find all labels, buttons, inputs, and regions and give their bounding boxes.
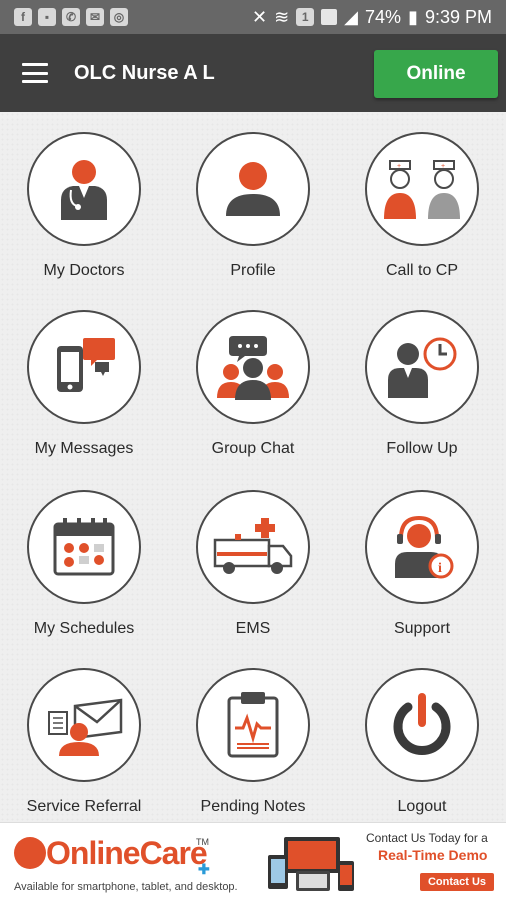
ems-circle [196, 490, 310, 604]
mute-icon: ✕ [251, 6, 268, 27]
support-label: Support [393, 620, 451, 637]
profile-circle [196, 132, 310, 246]
call-to-cp-label: Call to CP [385, 262, 459, 279]
tile-ems[interactable]: EMS [169, 490, 337, 638]
group-chat-icon [217, 336, 289, 400]
ad-tagline: Available for smartphone, tablet, and de… [14, 881, 238, 893]
my-doctors-label: My Doctors [43, 262, 125, 279]
referral-envelope-icon [48, 698, 123, 756]
service-referral-label: Service Referral [26, 798, 142, 815]
calendar-icon [53, 518, 115, 576]
support-circle: i [365, 490, 479, 604]
no-signal-icon [321, 9, 338, 25]
tile-service-referral[interactable]: Service Referral [0, 668, 168, 816]
clipboard-heartbeat-icon [227, 692, 279, 758]
app-title: OLC Nurse A L [74, 61, 215, 84]
globe-logo-icon [14, 837, 46, 869]
call-to-cp-circle: + + [365, 132, 479, 246]
facebook-icon: f [14, 8, 32, 26]
plus-icon: ✚ [198, 861, 210, 877]
ems-label: EMS [235, 620, 271, 637]
tile-my-messages[interactable]: My Messages [0, 310, 168, 458]
app-bar: OLC Nurse A L Online [0, 34, 506, 112]
tile-call-to-cp[interactable]: + + Call to CP [338, 132, 506, 280]
doctor-stethoscope-icon [61, 160, 107, 220]
tile-pending-notes[interactable]: Pending Notes [169, 668, 337, 816]
pending-notes-circle [196, 668, 310, 782]
status-bar: f ▪ ✆ ✉ ◎ ✕ ≋ 1 ◢ 74% ▮ 9:39 PM [0, 0, 506, 34]
signal-icon: ◢ [344, 6, 359, 27]
headset-agent-icon: i [395, 515, 454, 579]
mail-icon: ✉ [86, 8, 104, 26]
follow-up-circle [365, 310, 479, 424]
dashboard-grid: My Doctors Profile + + Call to CP My Mes… [0, 112, 506, 822]
logout-circle [365, 668, 479, 782]
ad-contact-us-button[interactable]: Contact Us [420, 873, 494, 891]
tile-logout[interactable]: Logout [338, 668, 506, 816]
pending-notes-label: Pending Notes [200, 798, 306, 815]
user-silhouette-icon [226, 162, 280, 216]
my-messages-label: My Messages [34, 440, 134, 457]
tile-my-schedules[interactable]: My Schedules [0, 490, 168, 638]
two-nurses-icon: + + [384, 160, 460, 219]
phone-chat-icon [57, 338, 115, 392]
ad-contact-line: Contact Us Today for a [366, 831, 488, 845]
svg-text:+: + [441, 163, 445, 170]
battery-percent: 74% [365, 6, 402, 27]
ad-trademark: TM [196, 837, 209, 847]
tile-support[interactable]: i Support [338, 490, 506, 638]
group-chat-label: Group Chat [211, 440, 295, 457]
group-chat-circle [196, 310, 310, 424]
devices-illustration-icon [268, 837, 354, 891]
ad-demo-line: Real-Time Demo [378, 847, 488, 863]
tile-group-chat[interactable]: Group Chat [169, 310, 337, 458]
clock: 9:39 PM [424, 6, 492, 27]
power-icon [393, 693, 451, 755]
doctor-clock-icon [388, 337, 457, 398]
online-status-button[interactable]: Online [374, 50, 498, 98]
my-schedules-label: My Schedules [33, 620, 135, 637]
tile-my-doctors[interactable]: My Doctors [0, 132, 168, 280]
onlinecare-ad-banner[interactable]: OnlineCare TM ✚ Available for smartphone… [0, 822, 506, 900]
tile-profile[interactable]: Profile [169, 132, 337, 280]
svg-text:+: + [397, 163, 401, 170]
gallery-icon: ▪ [38, 8, 56, 26]
system-indicators: ✕ ≋ 1 ◢ 74% ▮ 9:39 PM [252, 7, 506, 28]
notification-icons: f ▪ ✆ ✉ ◎ [0, 8, 128, 26]
ad-brand-name: OnlineCare [46, 835, 208, 871]
my-schedules-circle [27, 490, 141, 604]
tile-follow-up[interactable]: Follow Up [338, 310, 506, 458]
instagram-icon: ◎ [110, 8, 128, 26]
profile-label: Profile [230, 262, 276, 279]
hamburger-menu-icon[interactable] [22, 63, 48, 83]
my-doctors-circle [27, 132, 141, 246]
logout-label: Logout [397, 798, 447, 815]
follow-up-label: Follow Up [386, 440, 458, 457]
svg-text:i: i [438, 561, 442, 576]
wifi-icon: ≋ [274, 6, 290, 27]
battery-icon: ▮ [408, 6, 418, 27]
service-referral-circle [27, 668, 141, 782]
ambulance-icon [213, 518, 293, 574]
sim-icon: 1 [296, 8, 315, 26]
my-messages-circle [27, 310, 141, 424]
phone-icon: ✆ [62, 8, 80, 26]
